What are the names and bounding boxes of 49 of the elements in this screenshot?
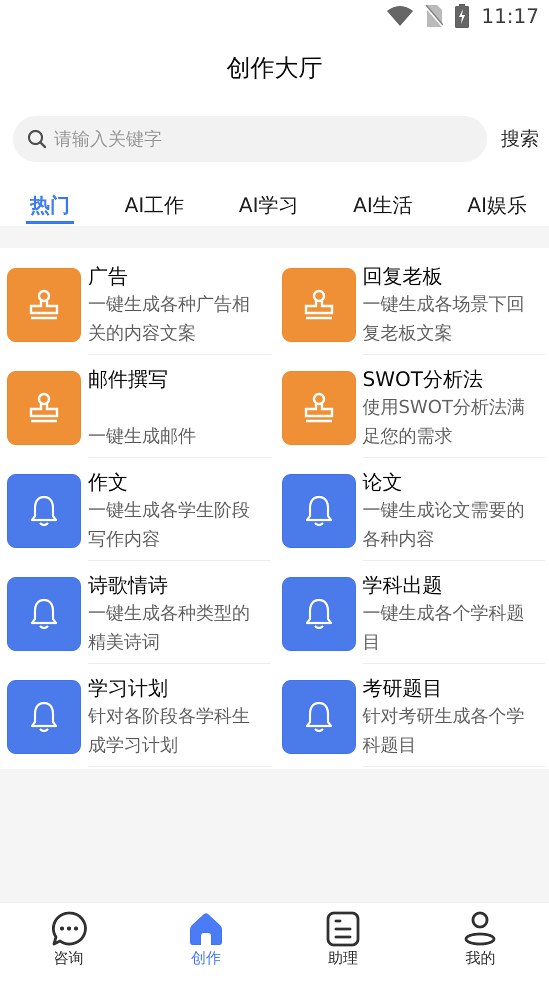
nav-tab[interactable]: 我的 — [412, 903, 549, 982]
item-description: 一键生成各学生阶段写作内容 — [88, 499, 251, 552]
stamp-icon — [29, 391, 59, 425]
nav-tab[interactable]: 助理 — [274, 903, 412, 982]
bell-icon — [30, 598, 58, 630]
item-description: 一键生成各种类型的精美诗词 — [88, 602, 251, 655]
item-title: 学习计划 — [88, 675, 169, 702]
wifi-icon — [387, 6, 414, 26]
item-description: 一键生成各场景下回复老板文案 — [362, 293, 526, 346]
stamp-icon — [304, 391, 334, 425]
item-title: 作文 — [88, 469, 129, 496]
bell-icon — [30, 495, 58, 527]
nav-tab[interactable]: 咨询 — [0, 903, 138, 982]
battery-icon — [455, 4, 470, 28]
item-title: SWOT分析法 — [362, 366, 484, 393]
item-title: 学科出题 — [362, 572, 444, 599]
no-sim-icon — [425, 5, 444, 27]
item-description: 针对各阶段各学科生成学习计划 — [88, 705, 251, 758]
nav-tab[interactable]: 创作 — [137, 903, 274, 982]
stamp-icon — [304, 288, 334, 322]
person-icon — [462, 911, 498, 947]
document-icon — [325, 911, 362, 947]
item-description: 使用SWOT分析法满足您的需求 — [362, 396, 526, 449]
bell-icon — [304, 495, 332, 527]
page-title: 创作大厅 — [226, 53, 322, 84]
category-tab[interactable]: AI工作 — [120, 180, 188, 224]
category-tab[interactable]: AI娱乐 — [463, 180, 531, 224]
chat-bubble-icon — [50, 911, 87, 947]
search-field[interactable]: 请输入关键字 — [13, 116, 487, 162]
home-icon — [188, 911, 224, 947]
bell-icon — [304, 701, 332, 733]
category-tab[interactable]: AI生活 — [349, 180, 417, 224]
item-description: 一键生成各种广告相关的内容文案 — [88, 293, 251, 346]
item-title: 论文 — [362, 469, 404, 496]
category-tab[interactable]: AI学习 — [234, 180, 302, 224]
item-title: 回复老板 — [362, 263, 444, 290]
item-description: 一键生成邮件 — [88, 425, 197, 449]
item-title: 邮件撰写 — [88, 366, 169, 393]
bell-icon — [30, 701, 58, 733]
item-description: 一键生成各个学科题目 — [362, 602, 526, 655]
search-button[interactable]: 搜索 — [501, 126, 549, 152]
item-title: 广告 — [88, 263, 129, 290]
item-description: 一键生成论文需要的各种内容 — [362, 499, 526, 552]
bell-icon — [304, 598, 332, 630]
item-title: 诗歌情诗 — [88, 572, 169, 599]
status-time: 11:17 — [481, 4, 539, 28]
item-description: 针对考研生成各个学科题目 — [362, 705, 526, 758]
item-title: 考研题目 — [362, 675, 444, 702]
stamp-icon — [29, 288, 59, 322]
